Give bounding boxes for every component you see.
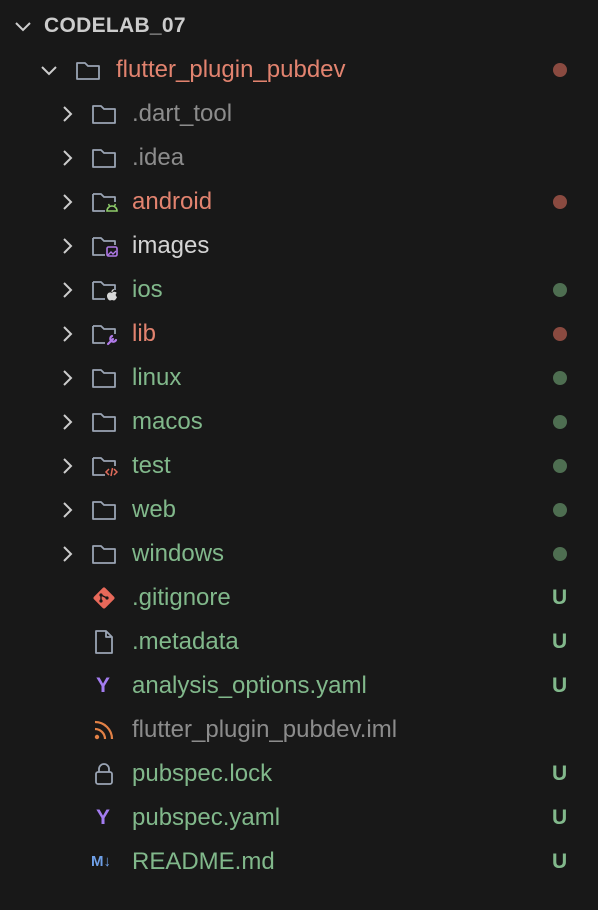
untracked-dot [553, 371, 567, 385]
folder-icon [90, 496, 118, 524]
folder-row-ios[interactable]: ios [0, 268, 598, 312]
project-folder-label: flutter_plugin_pubdev [116, 56, 346, 83]
chevron-down-icon[interactable] [14, 17, 32, 35]
folder-row-idea[interactable]: .idea [0, 136, 598, 180]
test-folder-icon [90, 452, 118, 480]
android-folder-icon [90, 188, 118, 216]
folder-row-android[interactable]: android [0, 180, 598, 224]
folder-row-test[interactable]: test [0, 444, 598, 488]
workspace-title: CODELAB_07 [44, 14, 186, 37]
modified-dot [553, 327, 567, 341]
file-explorer: CODELAB_07 flutter_plugin_pubdev .dart_t… [0, 0, 598, 910]
folder-icon [90, 144, 118, 172]
lock-icon [90, 760, 118, 788]
folder-label: images [132, 232, 210, 259]
folder-label: macos [132, 408, 203, 435]
apple-folder-icon [90, 276, 118, 304]
chevron-right-icon[interactable] [58, 369, 76, 387]
chevron-right-icon[interactable] [58, 281, 76, 299]
untracked-badge: U [552, 850, 568, 873]
chevron-right-icon[interactable] [58, 457, 76, 475]
untracked-dot [553, 459, 567, 473]
folder-row-dart-tool[interactable]: .dart_tool [0, 92, 598, 136]
git-icon [90, 584, 118, 612]
rss-icon [90, 716, 118, 744]
file-icon [90, 628, 118, 656]
chevron-right-icon[interactable] [58, 325, 76, 343]
chevron-right-icon[interactable] [58, 105, 76, 123]
folder-label: lib [132, 320, 157, 347]
chevron-right-icon[interactable] [58, 149, 76, 167]
untracked-dot [553, 415, 567, 429]
folder-label: test [132, 452, 171, 479]
untracked-badge: U [552, 674, 568, 697]
file-label: flutter_plugin_pubdev.iml [132, 716, 398, 743]
chevron-right-icon[interactable] [58, 193, 76, 211]
folder-icon [90, 408, 118, 436]
folder-label: .idea [132, 144, 185, 171]
folder-label: linux [132, 364, 182, 391]
untracked-badge: U [552, 806, 568, 829]
folder-row-windows[interactable]: windows [0, 532, 598, 576]
chevron-down-icon[interactable] [40, 61, 58, 79]
folder-row-images[interactable]: images [0, 224, 598, 268]
folder-label: windows [132, 540, 225, 567]
folder-label: android [132, 188, 213, 215]
file-label: README.md [132, 848, 275, 875]
untracked-dot [553, 503, 567, 517]
chevron-right-icon[interactable] [58, 413, 76, 431]
folder-row-macos[interactable]: macos [0, 400, 598, 444]
file-row-gitignore[interactable]: .gitignore U [0, 576, 598, 620]
untracked-badge: U [552, 586, 568, 609]
chevron-right-icon[interactable] [58, 237, 76, 255]
file-row-flutter-plugin-pubdev-iml[interactable]: flutter_plugin_pubdev.iml [0, 708, 598, 752]
images-folder-icon [90, 232, 118, 260]
folder-icon [90, 364, 118, 392]
yaml-icon: Y [96, 806, 111, 829]
folder-row-project[interactable]: flutter_plugin_pubdev [0, 48, 598, 92]
folder-open-icon [74, 56, 102, 84]
file-label: .gitignore [132, 584, 231, 611]
untracked-badge: U [552, 630, 568, 653]
folder-icon [90, 540, 118, 568]
file-row-pubspec-yaml[interactable]: Ypubspec.yaml U [0, 796, 598, 840]
folder-row-web[interactable]: web [0, 488, 598, 532]
workspace-root-header[interactable]: CODELAB_07 [0, 4, 598, 48]
folder-row-lib[interactable]: lib [0, 312, 598, 356]
untracked-badge: U [552, 762, 568, 785]
file-label: analysis_options.yaml [132, 672, 367, 699]
file-label: pubspec.yaml [132, 804, 281, 831]
chevron-right-icon[interactable] [58, 545, 76, 563]
folder-label: ios [132, 276, 163, 303]
folder-label: .dart_tool [132, 100, 233, 127]
modified-dot [553, 63, 567, 77]
untracked-dot [553, 283, 567, 297]
markdown-icon: M↓ [91, 853, 111, 870]
lib-folder-icon [90, 320, 118, 348]
folder-row-linux[interactable]: linux [0, 356, 598, 400]
file-label: pubspec.lock [132, 760, 273, 787]
folder-label: web [132, 496, 177, 523]
chevron-right-icon[interactable] [58, 501, 76, 519]
file-row-pubspec-lock[interactable]: pubspec.lock U [0, 752, 598, 796]
file-row-readme-md[interactable]: M↓ README.md U [0, 840, 598, 884]
untracked-dot [553, 547, 567, 561]
file-label: .metadata [132, 628, 239, 655]
modified-dot [553, 195, 567, 209]
file-row-analysis-options-yaml[interactable]: Yanalysis_options.yaml U [0, 664, 598, 708]
file-row-metadata[interactable]: .metadata U [0, 620, 598, 664]
folder-icon [90, 100, 118, 128]
yaml-icon: Y [96, 674, 111, 697]
